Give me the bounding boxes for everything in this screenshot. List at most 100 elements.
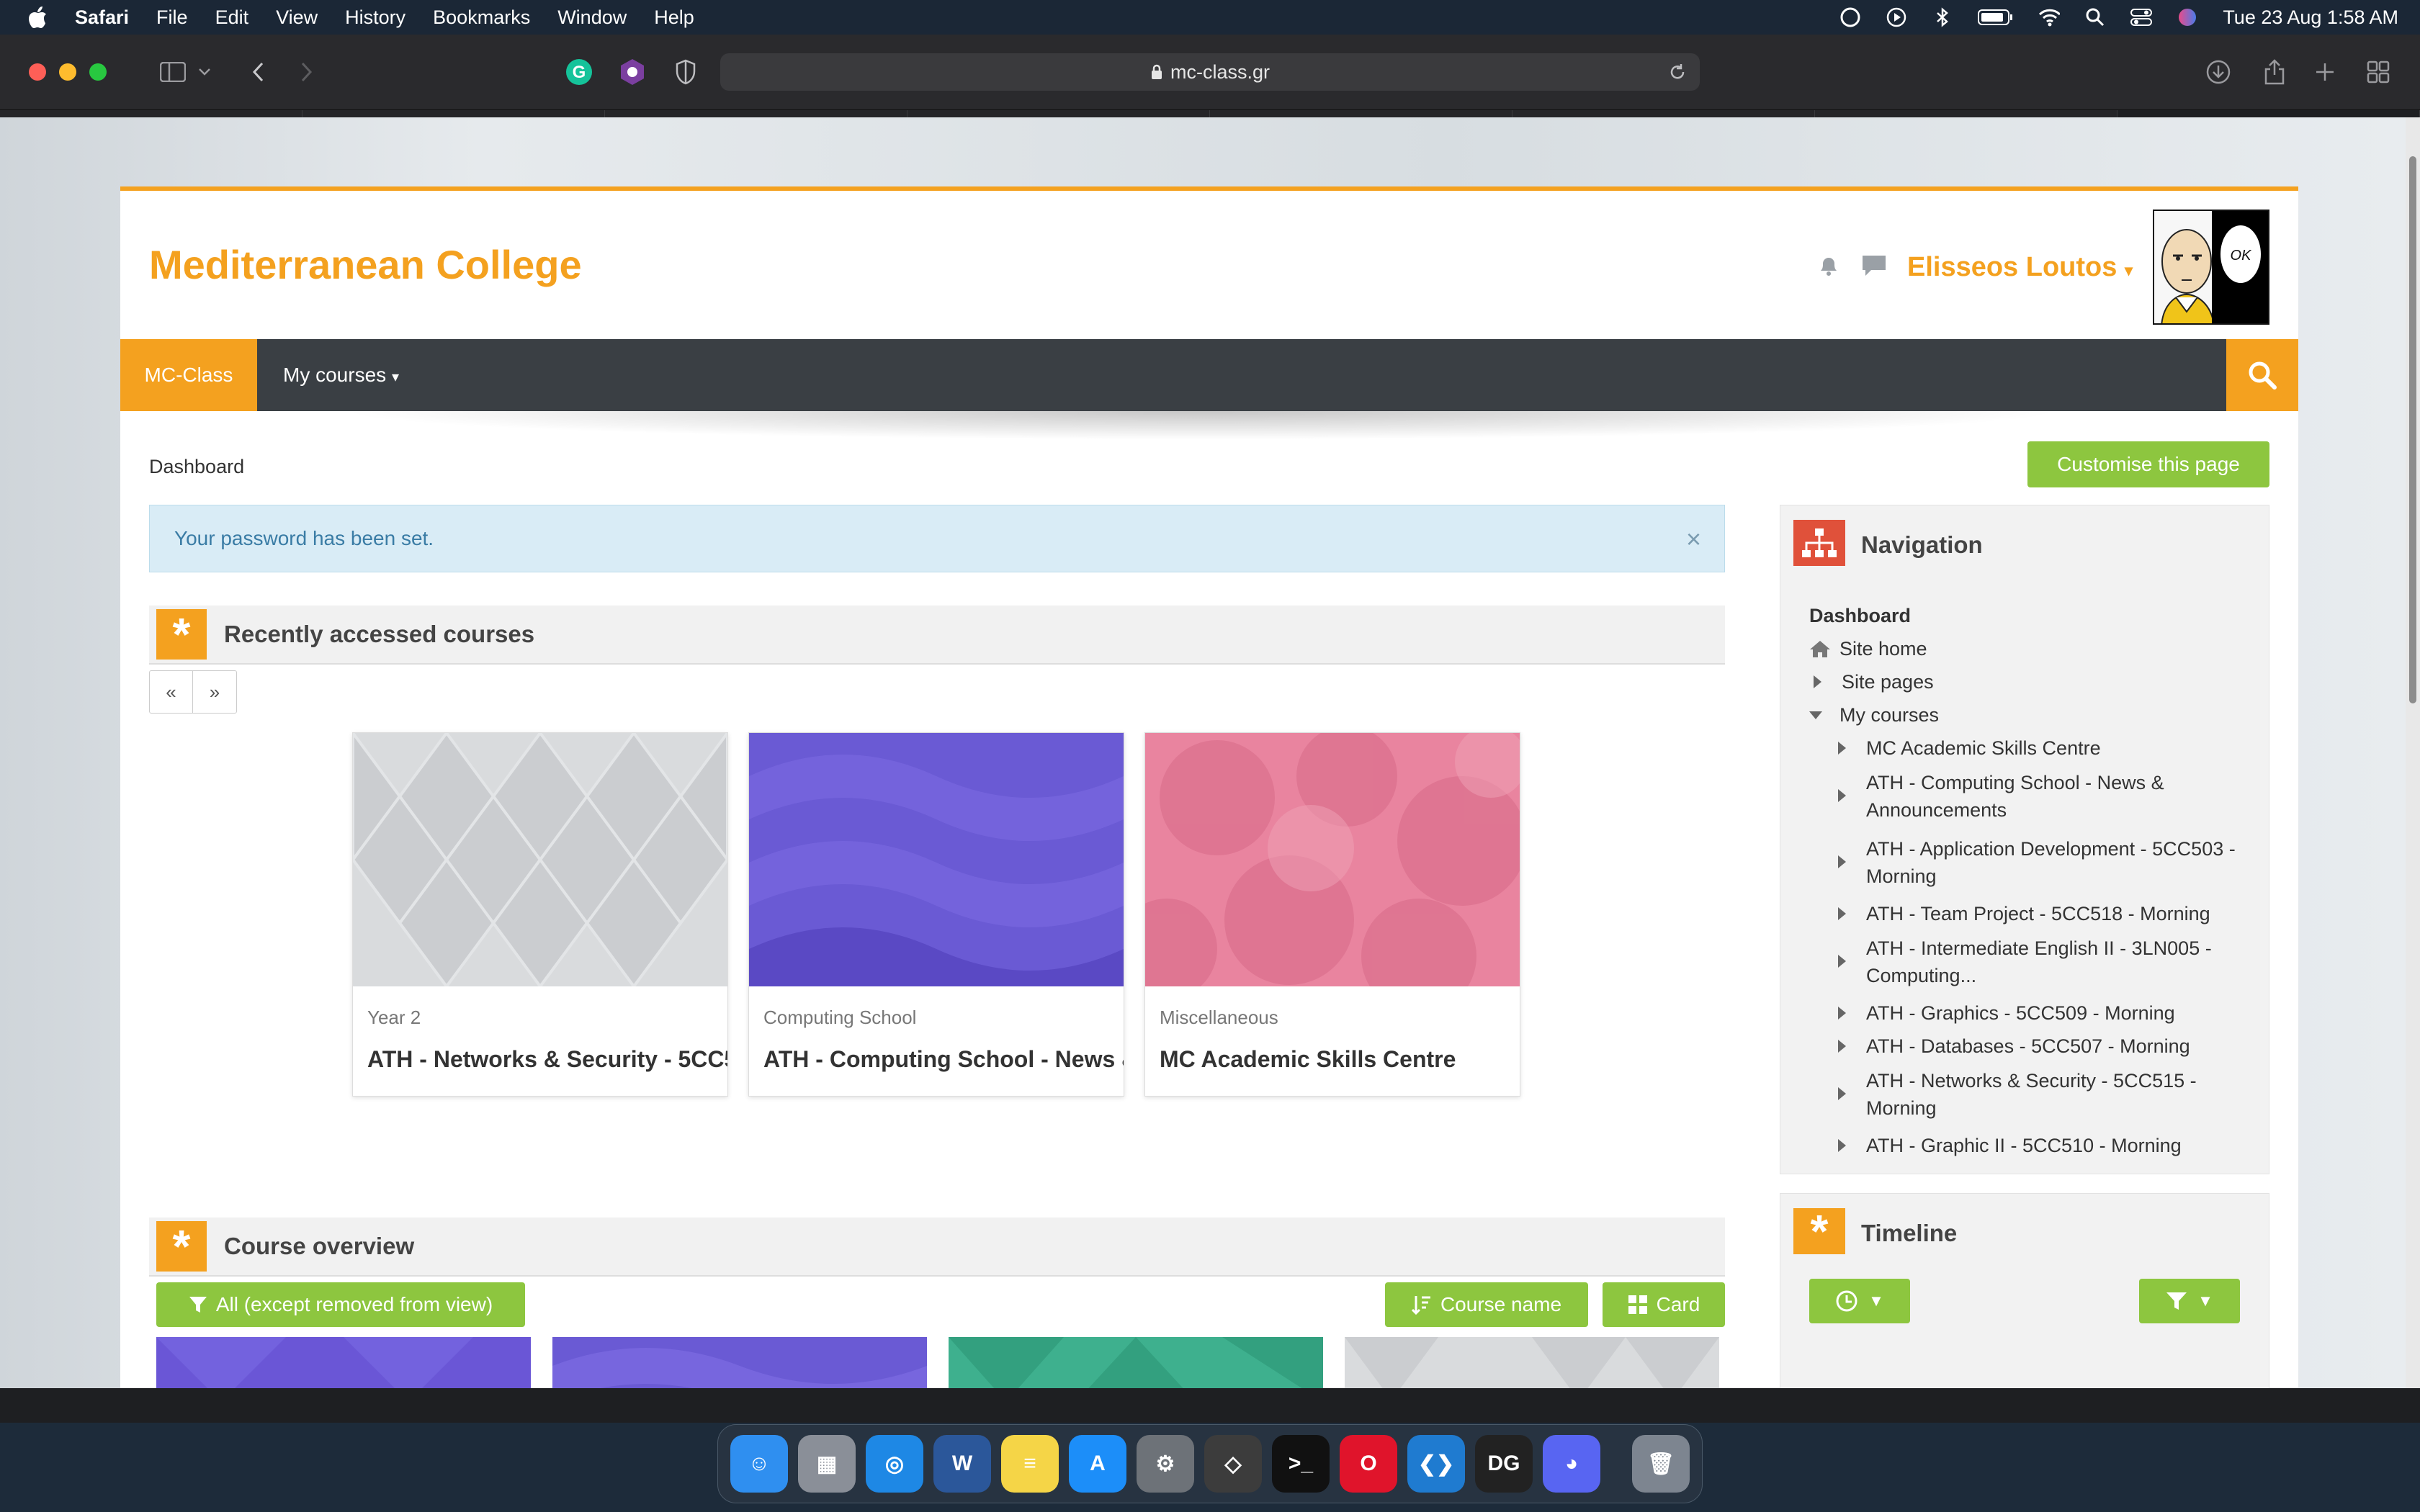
nav-course-item[interactable]: ATH - Networks & Security - 5CC515 - Mor… [1809,1063,2256,1129]
overview-course-image[interactable] [1345,1337,1719,1388]
page-scrollbar[interactable] [2406,117,2420,1388]
expand-arrow-icon[interactable] [1838,742,1846,755]
customise-page-button[interactable]: Customise this page [2027,441,2269,487]
battery-icon[interactable] [1978,6,2014,28]
course-name-link[interactable]: MC Academic Skills Centre [1160,1046,1520,1073]
forward-icon[interactable] [291,56,323,88]
control-center-icon[interactable] [2130,6,2153,28]
expand-arrow-icon[interactable] [1814,675,1821,688]
expand-arrow-icon[interactable] [1838,855,1846,868]
extension-icon[interactable] [617,56,648,88]
my-courses-label[interactable]: My courses [283,364,386,386]
nav-course-item[interactable]: ATH - Computing School - News & Announce… [1809,765,2256,831]
user-name[interactable]: Elisseos Loutos [1907,252,2117,282]
site-brand[interactable]: Mediterranean College [149,241,582,288]
apple-logo-icon[interactable] [27,5,49,30]
course-card[interactable]: Miscellaneous MC Academic Skills Centre [1116,726,1527,1097]
wifi-icon[interactable] [2038,6,2061,28]
sidebar-toggle-icon[interactable] [157,56,189,88]
menu-view[interactable]: View [276,6,318,29]
previous-page-button[interactable]: « [150,671,193,713]
expand-arrow-icon[interactable] [1838,1007,1846,1020]
dock-app-system-preferences-icon[interactable]: ⚙ [1137,1435,1194,1493]
course-card-image[interactable] [351,728,730,989]
back-icon[interactable] [242,56,274,88]
nav-course-label[interactable]: ATH - Computing School - News & Announce… [1866,769,2256,824]
nav-course-item[interactable]: ATH - Graphics - 5CC509 - Morning [1809,996,2256,1030]
share-icon[interactable] [2259,56,2290,88]
my-courses-dropdown[interactable]: My courses ▾ [283,364,399,387]
play-status-icon[interactable] [1886,6,1907,28]
overview-course-image[interactable] [949,1337,1323,1388]
dock-app-unity-icon[interactable]: ◇ [1204,1435,1262,1493]
dock-app-vs-code-icon[interactable]: ❮❯ [1407,1435,1465,1493]
close-window-button[interactable] [29,63,46,81]
menu-history[interactable]: History [345,6,405,29]
dock-app-terminal-icon[interactable]: >_ [1272,1435,1330,1493]
siri-icon[interactable] [2177,6,2198,28]
address-bar[interactable]: mc-class.gr [720,53,1700,91]
close-alert-button[interactable]: × [1686,524,1701,554]
collapse-arrow-icon[interactable] [1809,711,1822,719]
search-button[interactable] [2226,339,2298,411]
grammarly-extension-icon[interactable]: G [563,56,595,88]
menu-edit[interactable]: Edit [215,6,249,29]
nav-course-label[interactable]: ATH - Databases - 5CC507 - Morning [1866,1035,2190,1058]
breadcrumb[interactable]: Dashboard [149,456,244,478]
nav-site-home[interactable]: Site home [1809,632,2256,665]
overview-course-image[interactable] [156,1337,531,1388]
expand-arrow-icon[interactable] [1838,1040,1846,1053]
scrollbar-thumb[interactable] [2409,156,2416,703]
nav-course-item[interactable]: ATH - Team Project - 5CC518 - Morning [1809,897,2256,930]
dock-app-trash-icon[interactable]: 🗑 [1632,1435,1690,1493]
avatar[interactable]: OK [2153,210,2269,325]
user-menu-caret-icon[interactable]: ▾ [2125,261,2133,279]
timeline-date-filter-button[interactable]: ▼ [1809,1279,1910,1323]
nav-dashboard-label[interactable]: Dashboard [1809,605,1911,627]
course-card-image[interactable] [749,733,1124,992]
course-card[interactable]: Year 2 ATH - Networks & Security - 5CC5 [351,728,730,1097]
dropdown-caret-icon[interactable]: ▾ [392,369,399,385]
expand-arrow-icon[interactable] [1838,907,1846,920]
nav-course-label[interactable]: ATH - Networks & Security - 5CC515 - Mor… [1866,1067,2256,1122]
menu-file[interactable]: File [156,6,188,29]
dock-app-discord-icon[interactable]: ◕ [1543,1435,1600,1493]
nav-course-label[interactable]: ATH - Graphics - 5CC509 - Morning [1866,1002,2175,1025]
nav-home-link[interactable]: MC-Class [120,339,257,411]
course-name-link[interactable]: ATH - Computing School - News & [763,1046,1124,1073]
menu-app-safari[interactable]: Safari [75,6,129,29]
sort-label[interactable]: Course name [1440,1293,1561,1316]
nav-my-courses-label[interactable]: My courses [1839,704,1939,726]
zoom-window-button[interactable] [89,63,107,81]
nav-my-courses[interactable]: My courses [1809,698,2256,732]
nav-site-home-label[interactable]: Site home [1839,638,1927,660]
dock-app-notes-icon[interactable]: ≡ [1001,1435,1059,1493]
nav-course-label[interactable]: ATH - Application Development - 5CC503 -… [1866,835,2256,890]
course-card[interactable]: Computing School ATH - Computing School … [748,732,1124,1097]
dock-app-safari-icon[interactable]: ◎ [866,1435,923,1493]
minimize-window-button[interactable] [59,63,76,81]
menu-bookmarks[interactable]: Bookmarks [433,6,530,29]
nav-course-item[interactable]: MC Academic Skills Centre [1809,732,2256,765]
nav-site-pages[interactable]: Site pages [1809,665,2256,698]
expand-arrow-icon[interactable] [1838,1139,1846,1152]
view-dropdown[interactable]: Card [1603,1282,1725,1327]
user-menu[interactable]: Elisseos Loutos ▾ [1907,252,2133,283]
tab-overview-icon[interactable] [2362,56,2394,88]
next-page-button[interactable]: » [193,671,236,713]
menu-help[interactable]: Help [654,6,694,29]
nav-course-label[interactable]: ATH - Graphic II - 5CC510 - Morning [1866,1135,2182,1157]
dock-app-opera-icon[interactable]: O [1340,1435,1397,1493]
grammarly-status-icon[interactable] [1839,6,1861,28]
expand-arrow-icon[interactable] [1838,1087,1846,1100]
expand-arrow-icon[interactable] [1838,789,1846,802]
dock-app-datagrip-icon[interactable]: DG [1475,1435,1533,1493]
downloads-icon[interactable] [2202,56,2234,88]
nav-dashboard[interactable]: Dashboard [1809,599,2256,632]
nav-course-item[interactable]: ATH - Intermediate English II - 3LN005 -… [1809,930,2256,996]
overview-course-image[interactable] [552,1337,927,1388]
nav-course-item[interactable]: ATH - Databases - 5CC507 - Morning [1809,1030,2256,1063]
dock-app-word-icon[interactable]: W [933,1435,991,1493]
reload-icon[interactable] [1668,63,1687,81]
nav-course-item[interactable]: ATH - Application Development - 5CC503 -… [1809,831,2256,897]
